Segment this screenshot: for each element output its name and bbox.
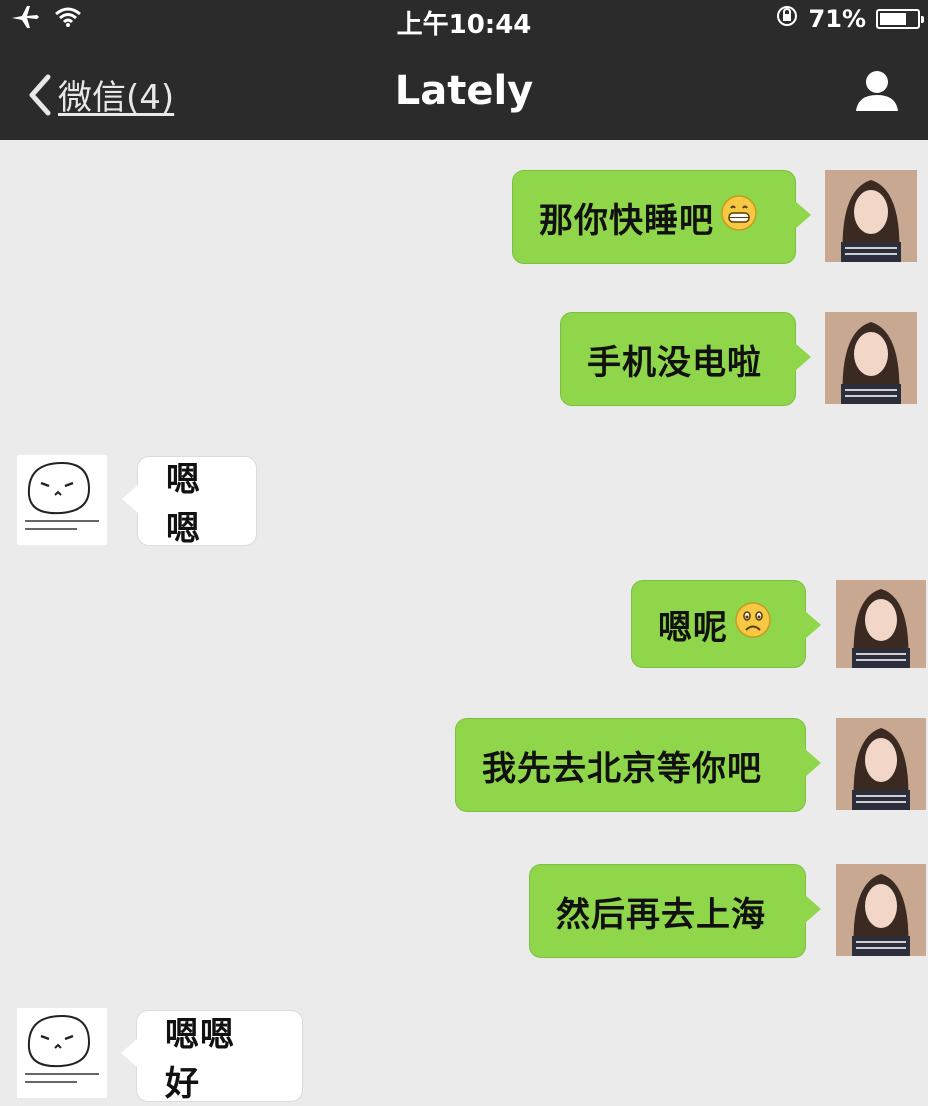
message-text: 嗯嗯 好	[165, 1015, 235, 1104]
message-text: 嗯呢	[658, 607, 728, 648]
avatar-self[interactable]	[825, 170, 917, 262]
chat-title: Lately	[394, 68, 534, 114]
message-bubble-outgoing[interactable]: 手机没电啦	[560, 312, 811, 406]
message-bubble-outgoing[interactable]: 那你快睡吧	[512, 170, 811, 264]
message-text: 那你快睡吧	[539, 200, 714, 241]
message-bubble-outgoing[interactable]: 嗯呢	[631, 580, 821, 668]
grin-emoji-icon	[720, 194, 758, 241]
message-bubble-incoming[interactable]: 嗯嗯 好	[121, 1010, 303, 1104]
message-bubble-outgoing[interactable]: 然后再去上海	[529, 864, 821, 958]
battery-icon	[876, 9, 924, 29]
sad-emoji-icon	[734, 601, 772, 648]
message-text: 我先去北京等你吧	[482, 748, 762, 789]
avatar-self[interactable]	[836, 864, 926, 956]
battery-percent: 71%	[808, 5, 866, 33]
avatar-contact[interactable]	[17, 1008, 107, 1098]
message-bubble-outgoing[interactable]: 我先去北京等你吧	[455, 718, 821, 812]
top-bar: 上午10:44 71% 微信(4) Lately	[0, 0, 928, 140]
nav-bar: 微信(4) Lately	[0, 48, 928, 140]
battery-fill	[880, 13, 906, 25]
message-bubble-incoming[interactable]: 嗯嗯	[122, 456, 257, 549]
status-bar: 上午10:44 71%	[0, 0, 928, 40]
status-right: 71%	[775, 4, 924, 34]
message-text: 嗯嗯	[166, 460, 201, 549]
message-text: 手机没电啦	[587, 342, 762, 383]
rotation-lock-icon	[775, 4, 799, 34]
person-icon[interactable]	[854, 68, 900, 116]
avatar-self[interactable]	[836, 580, 926, 668]
avatar-self[interactable]	[825, 312, 917, 404]
avatar-self[interactable]	[836, 718, 926, 810]
message-text: 然后再去上海	[556, 894, 766, 935]
avatar-contact[interactable]	[17, 455, 107, 545]
battery-cap	[921, 16, 924, 23]
